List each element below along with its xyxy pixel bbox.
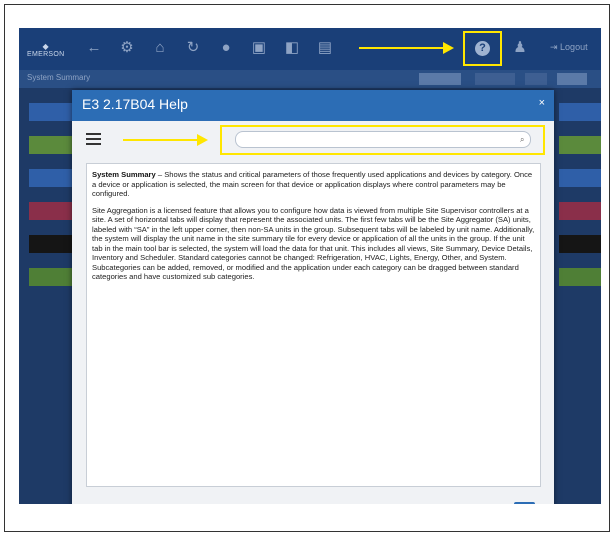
- sub-button-2[interactable]: [475, 73, 515, 85]
- callout-arrow-head: [443, 42, 454, 54]
- help-icon[interactable]: ?: [475, 41, 490, 56]
- callout-arrow-line-2: [123, 139, 199, 141]
- settings-icon[interactable]: ⚙: [118, 39, 136, 57]
- dialog-header: E3 2.17B04 Help ×: [72, 90, 554, 121]
- category-row-3-right: [559, 169, 601, 187]
- report-icon[interactable]: ▤: [316, 39, 334, 57]
- home-icon[interactable]: ⌂: [151, 39, 169, 57]
- app-background: ◆ EMERSON ← ⚙ ⌂ ↻ ● ▣ ◧ ▤ ? ♟ ⇥ Logout S…: [19, 28, 601, 504]
- back-icon[interactable]: ←: [85, 39, 103, 57]
- help-highlight: ?: [463, 31, 502, 66]
- page-title: System Summary: [27, 73, 91, 82]
- logo-mark-icon: ◆: [42, 42, 49, 51]
- callout-arrow-line: [359, 47, 445, 49]
- sub-button-1[interactable]: [419, 73, 461, 85]
- dialog-title: E3 2.17B04 Help: [82, 96, 188, 112]
- category-row-4-right: [559, 202, 601, 220]
- user-icon[interactable]: ♟: [511, 39, 529, 57]
- sub-button-3[interactable]: [525, 73, 547, 85]
- hamburger-menu-icon[interactable]: [86, 133, 101, 147]
- ok-button[interactable]: OK: [514, 502, 535, 504]
- emerson-logo: ◆ EMERSON: [27, 42, 65, 58]
- help-search-input[interactable]: [235, 131, 531, 148]
- close-icon[interactable]: ×: [539, 97, 545, 109]
- help-dialog: E3 2.17B04 Help × ⌕ System Summary – Sho…: [72, 90, 554, 504]
- figure-frame: ◆ EMERSON ← ⚙ ⌂ ↻ ● ▣ ◧ ▤ ? ♟ ⇥ Logout S…: [4, 4, 610, 532]
- logout-button[interactable]: ⇥ Logout: [550, 42, 588, 53]
- callout-arrow-head-2: [197, 134, 208, 146]
- logout-label: Logout: [560, 42, 588, 52]
- help-content: System Summary – Shows the status and cr…: [86, 163, 541, 487]
- sub-button-4[interactable]: [557, 73, 587, 85]
- category-row-2-right: [559, 136, 601, 154]
- help-heading: System Summary: [92, 170, 156, 179]
- top-toolbar: ◆ EMERSON ← ⚙ ⌂ ↻ ● ▣ ◧ ▤ ? ♟ ⇥ Logout: [19, 28, 601, 70]
- sub-toolbar: System Summary: [19, 70, 601, 88]
- help-paragraph-2: Site Aggregation is a licensed feature t…: [92, 205, 535, 282]
- category-row-5-right: [559, 235, 601, 253]
- globe-icon[interactable]: ●: [217, 39, 235, 57]
- calendar-icon[interactable]: ▣: [250, 39, 268, 57]
- help-paragraph-1-text: – Shows the status and critical paramete…: [92, 170, 533, 198]
- category-row-6-right: [559, 268, 601, 286]
- device-icon[interactable]: ◧: [283, 39, 301, 57]
- help-paragraph-1: System Summary – Shows the status and cr…: [92, 170, 535, 199]
- logo-text: EMERSON: [27, 51, 65, 58]
- category-row-1-right: [559, 103, 601, 121]
- refresh-icon[interactable]: ↻: [184, 39, 202, 57]
- search-icon[interactable]: ⌕: [520, 135, 524, 145]
